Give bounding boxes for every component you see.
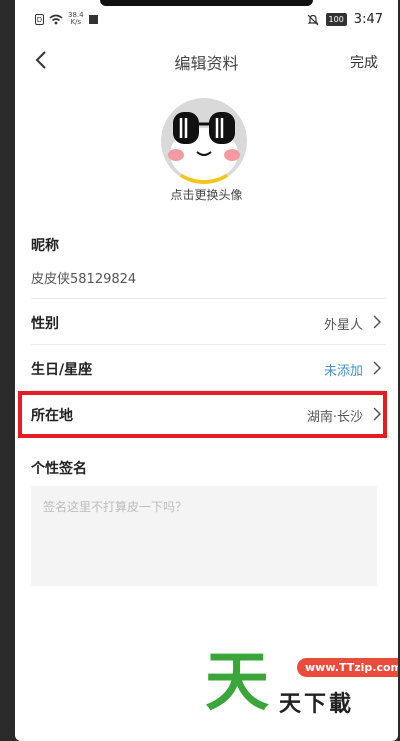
signature-input[interactable] (31, 486, 377, 586)
status-left: D 38.4 K/s (35, 12, 98, 26)
net-speed: 38.4 K/s (68, 12, 84, 26)
gender-value: 外星人 (323, 318, 363, 333)
status-right: 100 3:47 (307, 12, 383, 27)
chevron-right-icon (373, 361, 382, 375)
watermark: 天 www.TTzip.com 天下載 (205, 648, 398, 722)
clock: 3:47 (353, 12, 383, 27)
gender-row[interactable]: 性别 外星人 (15, 300, 398, 344)
location-highlight-box (18, 391, 387, 438)
battery-icon: 100 (325, 13, 347, 26)
wifi-icon (49, 14, 63, 24)
nav-bar: 编辑资料 完成 (15, 40, 398, 80)
birthday-row[interactable]: 生日/星座 未添加 (15, 346, 398, 390)
nickname-label: 昵称 (31, 238, 59, 254)
birthday-value: 未添加 (323, 364, 363, 379)
birthday-label: 生日/星座 (31, 362, 93, 378)
page-title: 编辑资料 (174, 54, 239, 73)
change-avatar-label[interactable]: 点击更换头像 (15, 186, 398, 203)
signature-label: 个性签名 (31, 461, 87, 477)
mute-bell-icon (307, 14, 318, 25)
divider (31, 344, 386, 345)
notification-icon (88, 14, 98, 24)
gender-label: 性别 (31, 316, 59, 332)
watermark-text: 天下載 (279, 692, 355, 717)
camera-notch (100, 0, 313, 6)
avatar[interactable] (161, 98, 247, 184)
phone-screen: D 38.4 K/s 100 3:47 编辑资料 完成 点击更换头像 昵称 皮皮… (15, 0, 398, 741)
nickname-field[interactable]: 皮皮侠58129824 (31, 268, 136, 287)
watermark-url: www.TTzip.com (297, 658, 398, 677)
chevron-right-icon (373, 315, 382, 329)
net-speed-unit: K/s (70, 18, 82, 26)
avatar-face-icon (168, 112, 240, 184)
divider (31, 298, 386, 299)
done-button[interactable]: 完成 (350, 52, 378, 72)
watermark-logo-char: 天 (205, 646, 269, 720)
sim-icon: D (35, 13, 44, 25)
status-bar: D 38.4 K/s 100 3:47 (15, 8, 398, 32)
